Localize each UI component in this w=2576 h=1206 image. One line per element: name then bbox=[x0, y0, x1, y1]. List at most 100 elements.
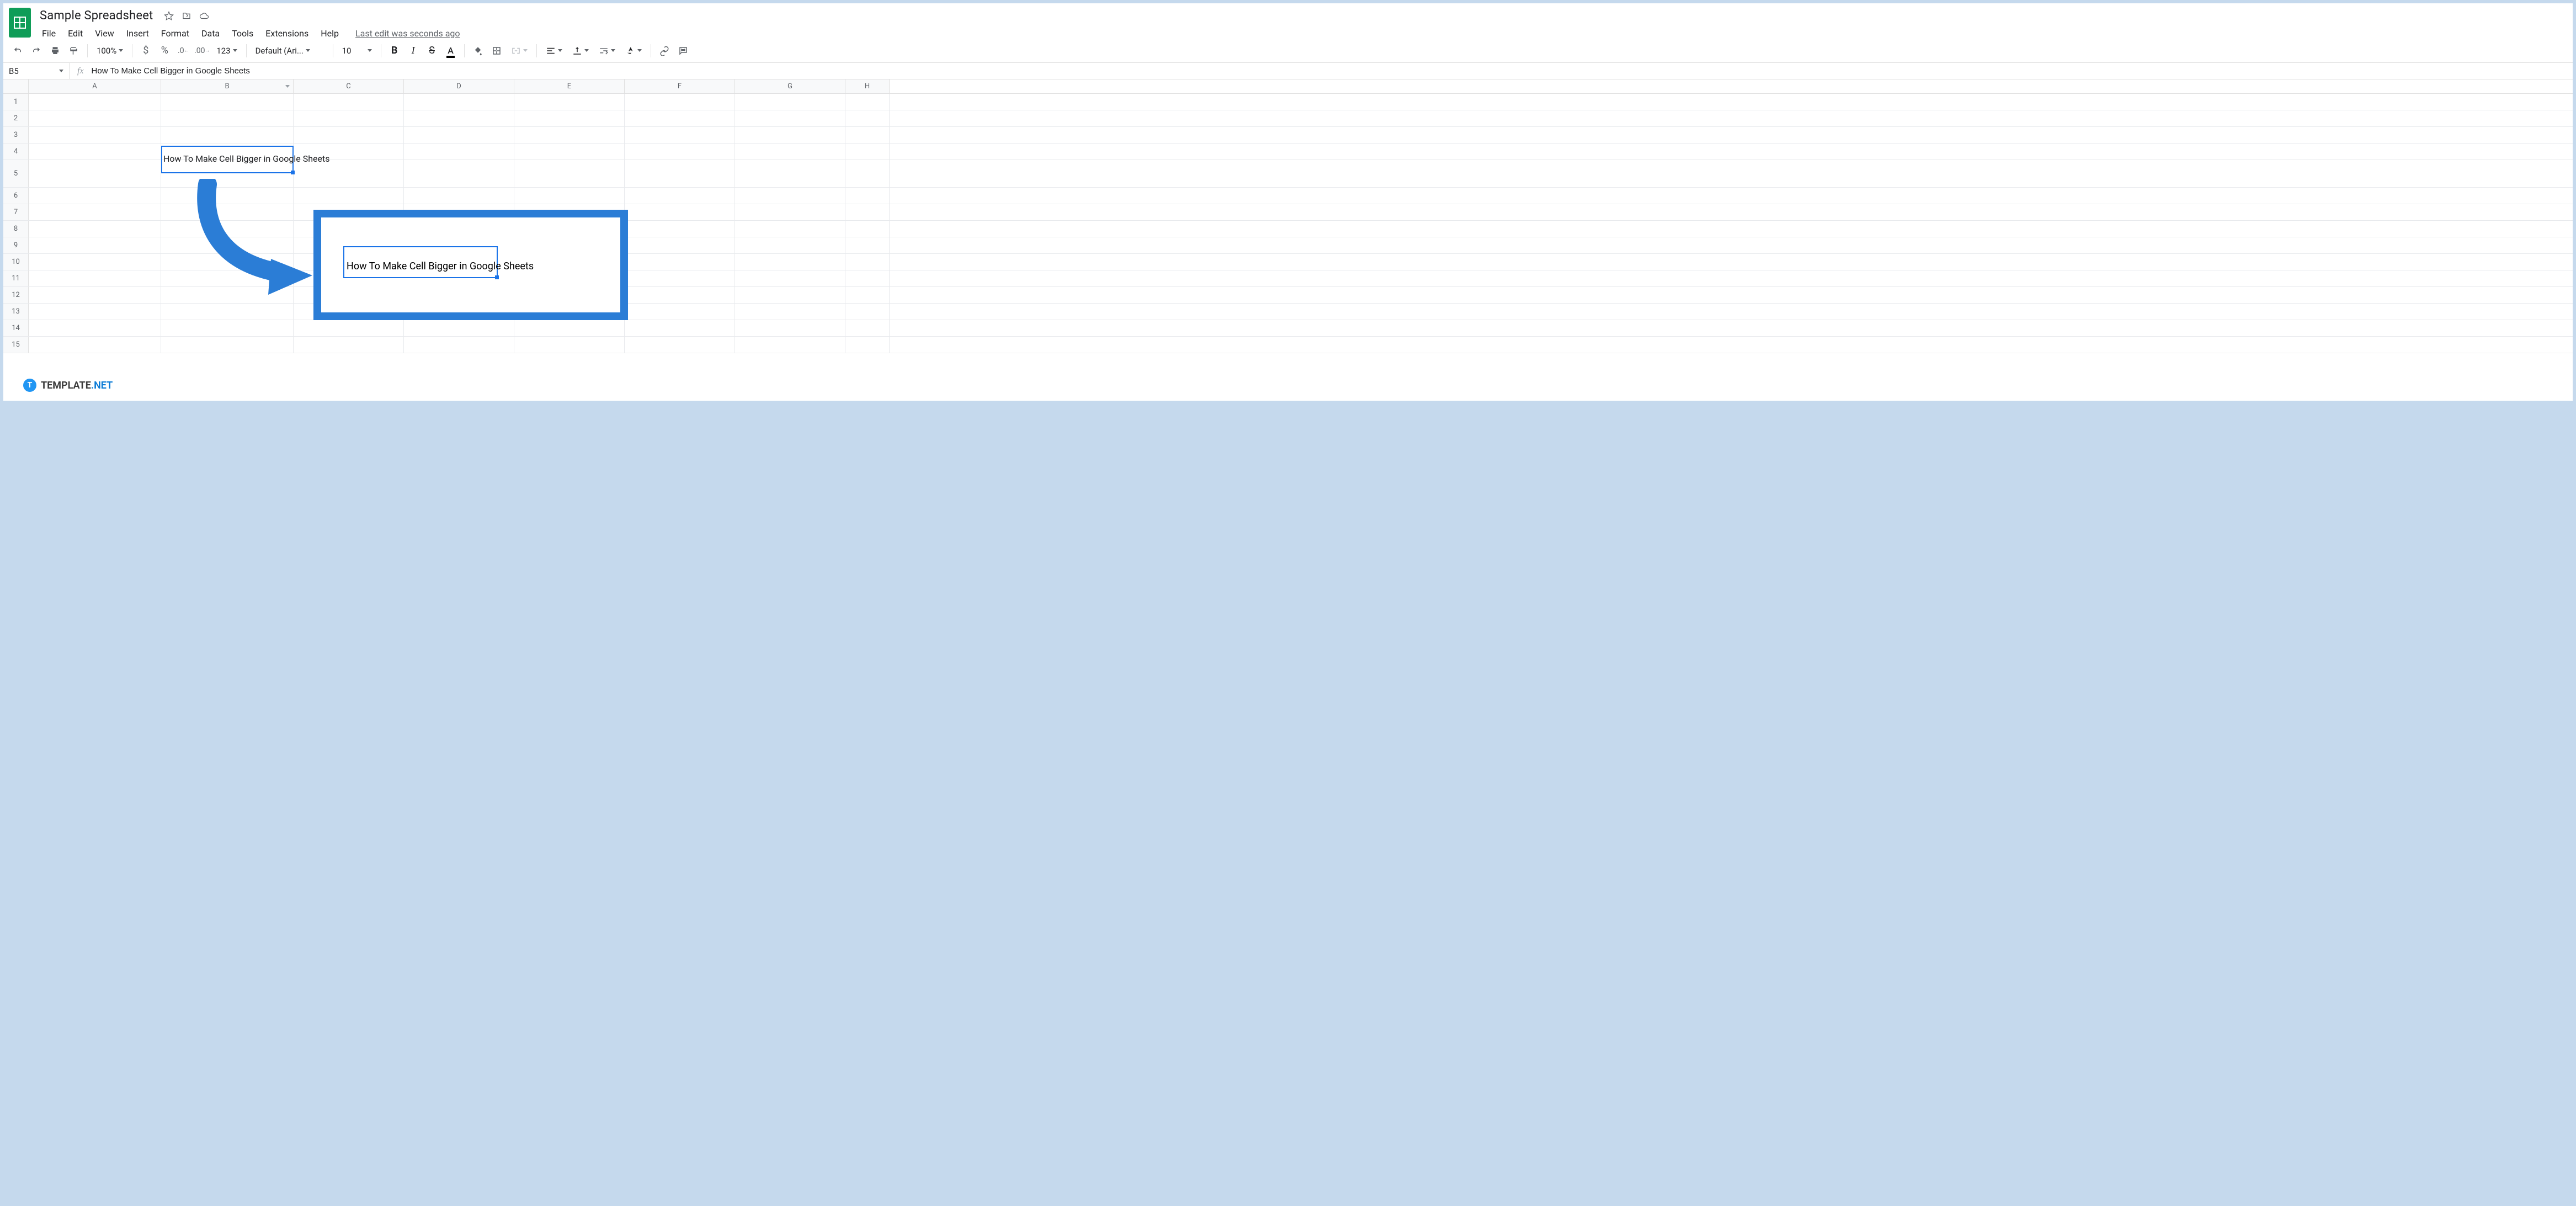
cell[interactable] bbox=[625, 337, 735, 353]
cell[interactable] bbox=[161, 204, 294, 220]
spreadsheet-grid[interactable]: A B C D E F G H 123456789101112131415 Ho… bbox=[3, 79, 2573, 353]
cell[interactable] bbox=[735, 127, 845, 143]
column-header-h[interactable]: H bbox=[845, 79, 890, 93]
cell[interactable] bbox=[625, 221, 735, 237]
row-header[interactable]: 14 bbox=[3, 320, 29, 336]
more-formats-dropdown[interactable]: 123 bbox=[212, 42, 241, 59]
cell[interactable] bbox=[29, 254, 161, 270]
decrease-decimal-button[interactable]: .0← bbox=[174, 42, 192, 59]
horizontal-align-dropdown[interactable] bbox=[541, 42, 567, 59]
formula-input[interactable] bbox=[92, 63, 2573, 79]
row-header[interactable]: 13 bbox=[3, 304, 29, 320]
cell[interactable] bbox=[161, 304, 294, 320]
row-header[interactable]: 2 bbox=[3, 110, 29, 126]
font-size-dropdown[interactable]: 10 bbox=[338, 42, 376, 59]
menu-view[interactable]: View bbox=[89, 26, 120, 41]
vertical-align-dropdown[interactable] bbox=[568, 42, 593, 59]
insert-comment-button[interactable] bbox=[674, 42, 692, 59]
format-percent-button[interactable]: % bbox=[156, 42, 173, 59]
menu-file[interactable]: File bbox=[36, 26, 61, 41]
cell[interactable] bbox=[29, 94, 161, 110]
zoom-dropdown[interactable]: 100% bbox=[92, 42, 127, 59]
menu-help[interactable]: Help bbox=[315, 26, 344, 41]
cell[interactable] bbox=[735, 254, 845, 270]
cell[interactable] bbox=[29, 144, 161, 160]
cell[interactable] bbox=[625, 204, 735, 220]
print-button[interactable] bbox=[46, 42, 64, 59]
row-header[interactable]: 7 bbox=[3, 204, 29, 220]
cell[interactable] bbox=[735, 304, 845, 320]
cell[interactable] bbox=[735, 287, 845, 303]
cell[interactable] bbox=[845, 337, 890, 353]
cell[interactable] bbox=[735, 337, 845, 353]
cell[interactable] bbox=[735, 94, 845, 110]
cell[interactable] bbox=[404, 320, 514, 336]
cell[interactable] bbox=[404, 337, 514, 353]
cell[interactable] bbox=[845, 237, 890, 253]
name-box[interactable]: B5 bbox=[3, 63, 70, 79]
cell[interactable] bbox=[29, 160, 161, 187]
cell[interactable] bbox=[29, 204, 161, 220]
cell[interactable] bbox=[514, 127, 625, 143]
cell[interactable] bbox=[845, 204, 890, 220]
borders-button[interactable] bbox=[488, 42, 505, 59]
cell[interactable] bbox=[514, 337, 625, 353]
menu-insert[interactable]: Insert bbox=[121, 26, 155, 41]
cell[interactable] bbox=[294, 337, 404, 353]
format-currency-button[interactable]: $ bbox=[137, 42, 155, 59]
cell[interactable] bbox=[404, 94, 514, 110]
fill-color-button[interactable] bbox=[469, 42, 487, 59]
cell[interactable] bbox=[514, 188, 625, 204]
cell[interactable] bbox=[735, 110, 845, 126]
cell[interactable] bbox=[161, 221, 294, 237]
cell[interactable] bbox=[161, 160, 294, 187]
cell[interactable] bbox=[29, 188, 161, 204]
cell[interactable] bbox=[625, 188, 735, 204]
cell[interactable] bbox=[735, 204, 845, 220]
undo-button[interactable] bbox=[9, 42, 26, 59]
cell[interactable] bbox=[735, 320, 845, 336]
column-header-g[interactable]: G bbox=[735, 79, 845, 93]
cell[interactable] bbox=[514, 144, 625, 160]
star-icon[interactable] bbox=[164, 11, 174, 21]
cell[interactable] bbox=[845, 304, 890, 320]
cell[interactable] bbox=[625, 304, 735, 320]
cell[interactable] bbox=[845, 270, 890, 286]
cell[interactable] bbox=[161, 254, 294, 270]
merge-cells-dropdown[interactable] bbox=[507, 42, 532, 59]
row-header[interactable]: 4 bbox=[3, 144, 29, 160]
row-header[interactable]: 3 bbox=[3, 127, 29, 143]
cell[interactable] bbox=[845, 221, 890, 237]
italic-button[interactable]: I bbox=[405, 42, 422, 59]
cell[interactable] bbox=[404, 110, 514, 126]
cell[interactable] bbox=[404, 160, 514, 187]
cell[interactable] bbox=[735, 188, 845, 204]
cell[interactable] bbox=[845, 94, 890, 110]
cell[interactable] bbox=[294, 94, 404, 110]
cell[interactable] bbox=[161, 337, 294, 353]
row-header[interactable]: 6 bbox=[3, 188, 29, 204]
paint-format-button[interactable] bbox=[65, 42, 83, 59]
row-header[interactable]: 9 bbox=[3, 237, 29, 253]
cell[interactable] bbox=[29, 287, 161, 303]
cell[interactable] bbox=[161, 144, 294, 160]
cell[interactable] bbox=[294, 110, 404, 126]
cell[interactable] bbox=[625, 320, 735, 336]
cell[interactable] bbox=[625, 254, 735, 270]
cell[interactable] bbox=[625, 127, 735, 143]
column-header-a[interactable]: A bbox=[29, 79, 161, 93]
font-dropdown[interactable]: Default (Ari... bbox=[251, 42, 328, 59]
row-header[interactable]: 11 bbox=[3, 270, 29, 286]
cell[interactable] bbox=[29, 110, 161, 126]
cell[interactable] bbox=[404, 144, 514, 160]
cell[interactable] bbox=[625, 144, 735, 160]
last-edit-link[interactable]: Last edit was seconds ago bbox=[350, 26, 465, 41]
row-header[interactable]: 1 bbox=[3, 94, 29, 110]
column-header-e[interactable]: E bbox=[514, 79, 625, 93]
cell[interactable] bbox=[29, 320, 161, 336]
cell[interactable] bbox=[29, 304, 161, 320]
column-header-c[interactable]: C bbox=[294, 79, 404, 93]
cell[interactable] bbox=[29, 237, 161, 253]
menu-edit[interactable]: Edit bbox=[62, 26, 88, 41]
cell[interactable] bbox=[625, 237, 735, 253]
